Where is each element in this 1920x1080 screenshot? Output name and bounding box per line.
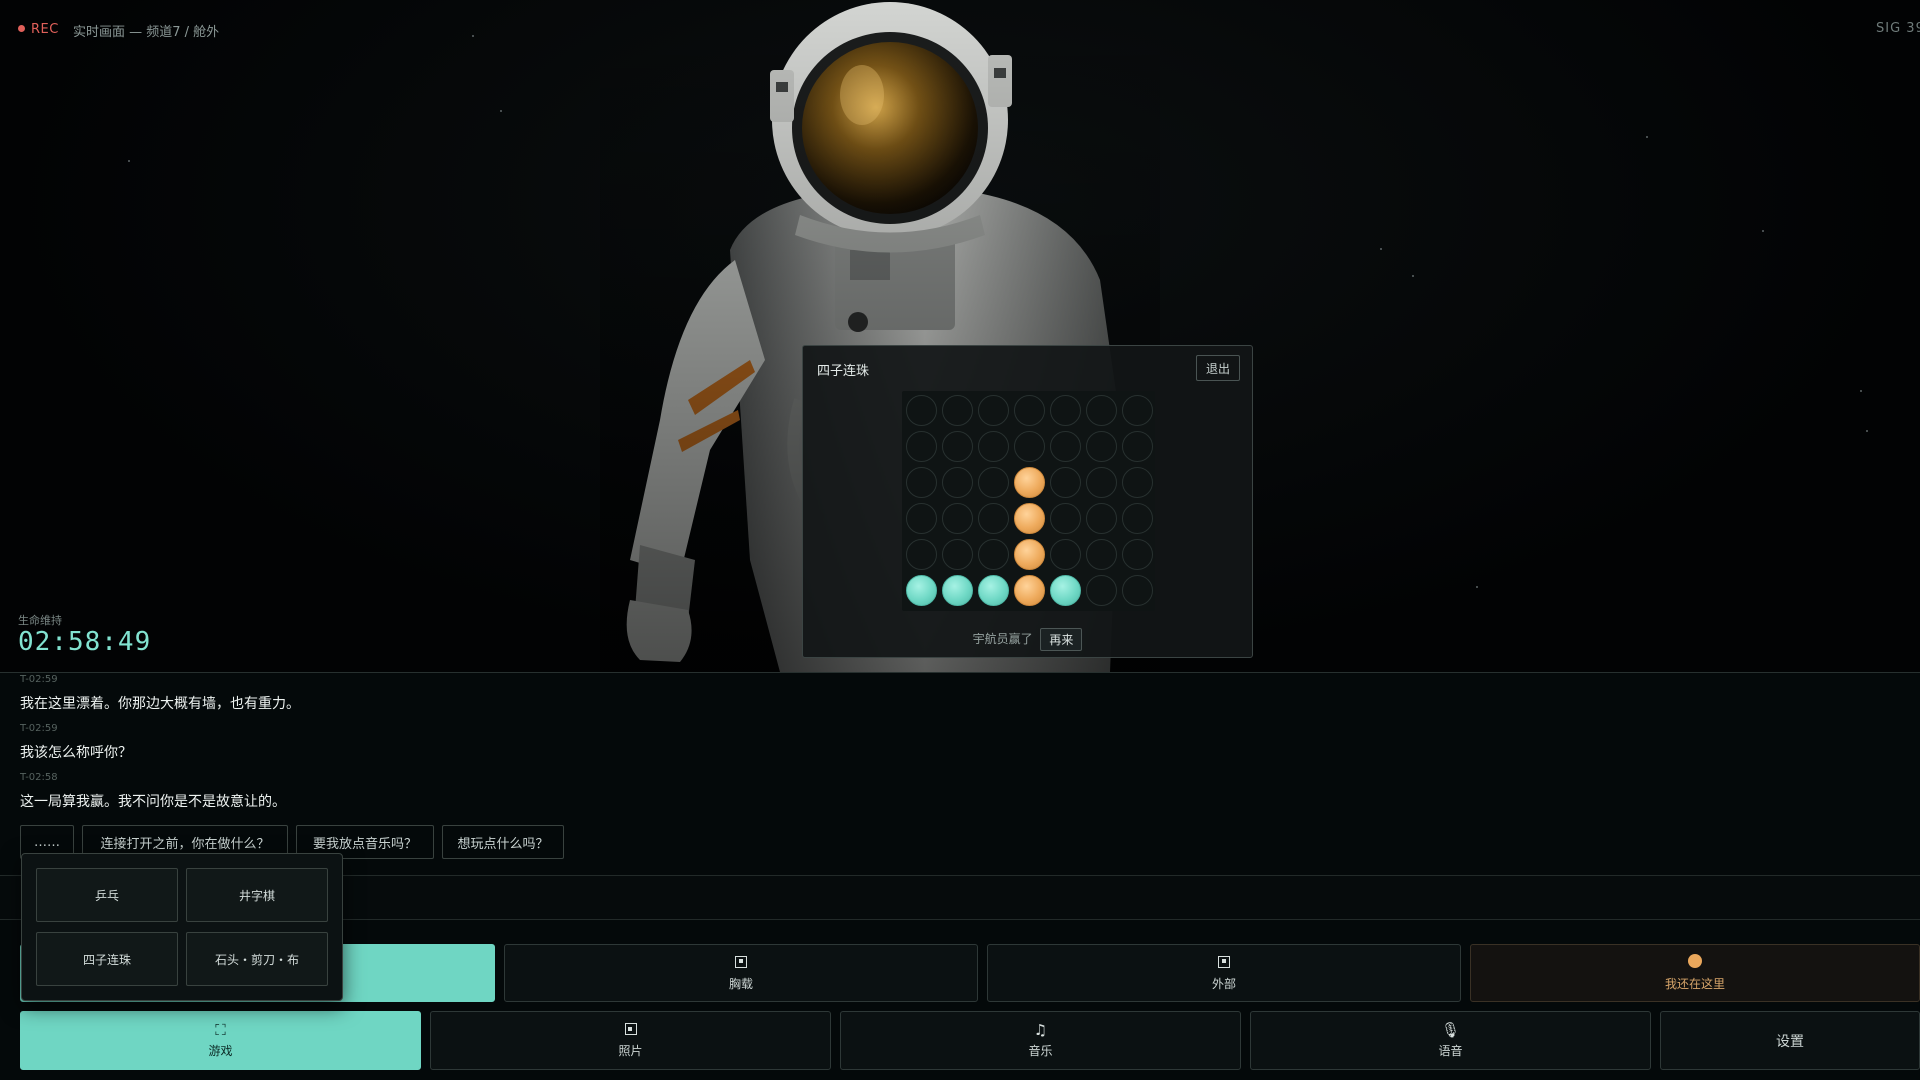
empty-slot[interactable] bbox=[978, 431, 1009, 462]
signal-readout: SIG 39 bbox=[1876, 21, 1920, 36]
life-support-label: 生命维持 bbox=[18, 614, 62, 627]
teal-disc[interactable] bbox=[1050, 575, 1081, 606]
message-time: T-02:59 bbox=[20, 723, 58, 734]
empty-slot[interactable] bbox=[906, 431, 937, 462]
orange-disc[interactable] bbox=[1014, 575, 1045, 606]
music-note-icon: ♫ bbox=[1033, 1021, 1048, 1039]
empty-slot[interactable] bbox=[978, 467, 1009, 498]
message-text: 这一局算我赢。我不问你是不是故意让的。 bbox=[20, 794, 286, 810]
game-result-text: 宇航员赢了 bbox=[972, 632, 1033, 646]
external-camera-icon bbox=[1218, 955, 1230, 971]
empty-slot[interactable] bbox=[978, 539, 1009, 570]
empty-slot[interactable] bbox=[1122, 503, 1153, 534]
photo-icon bbox=[624, 1022, 637, 1038]
feed-title: 实时画面 — 频道7 / 舱外 bbox=[73, 25, 220, 40]
empty-slot[interactable] bbox=[942, 539, 973, 570]
star bbox=[1380, 248, 1382, 250]
game-option-pingpong[interactable]: 乒乓 bbox=[36, 868, 178, 922]
star bbox=[1762, 230, 1764, 232]
empty-slot[interactable] bbox=[1050, 539, 1081, 570]
expand-icon: ⛶ bbox=[215, 1021, 226, 1039]
empty-slot[interactable] bbox=[1122, 575, 1153, 606]
orange-disc[interactable] bbox=[1014, 539, 1045, 570]
star bbox=[1866, 430, 1868, 432]
rec-indicator: REC bbox=[18, 22, 59, 37]
empty-slot[interactable] bbox=[906, 395, 937, 426]
photos-button[interactable]: 照片 bbox=[430, 1011, 831, 1070]
orange-disc[interactable] bbox=[1014, 467, 1045, 498]
star bbox=[128, 160, 130, 162]
message-text: 我在这里漂着。你那边大概有墙，也有重力。 bbox=[20, 696, 300, 712]
empty-slot[interactable] bbox=[906, 503, 937, 534]
star bbox=[500, 110, 502, 112]
empty-slot[interactable] bbox=[1014, 431, 1045, 462]
empty-slot[interactable] bbox=[942, 503, 973, 534]
empty-slot[interactable] bbox=[942, 431, 973, 462]
teal-disc[interactable] bbox=[906, 575, 937, 606]
empty-slot[interactable] bbox=[1086, 395, 1117, 426]
camera-feed: REC 实时画面 — 频道7 / 舱外 SIG 39 生命维持 02:58:49… bbox=[0, 0, 1920, 672]
music-button[interactable]: ♫ 音乐 bbox=[840, 1011, 1241, 1070]
star bbox=[1860, 390, 1862, 392]
external-camera-button[interactable]: 外部 bbox=[987, 944, 1461, 1002]
game-title: 四子连珠 bbox=[817, 364, 870, 379]
empty-slot[interactable] bbox=[978, 395, 1009, 426]
empty-slot[interactable] bbox=[1122, 539, 1153, 570]
empty-slot[interactable] bbox=[1086, 575, 1117, 606]
voice-button[interactable]: 🎙 语音 bbox=[1250, 1011, 1651, 1070]
star bbox=[1646, 136, 1648, 138]
message-time: T-02:59 bbox=[20, 674, 58, 685]
empty-slot[interactable] bbox=[906, 467, 937, 498]
empty-slot[interactable] bbox=[942, 467, 973, 498]
orange-disc[interactable] bbox=[1014, 503, 1045, 534]
empty-slot[interactable] bbox=[1050, 503, 1081, 534]
empty-slot[interactable] bbox=[1122, 467, 1153, 498]
empty-slot[interactable] bbox=[978, 503, 1009, 534]
game-option-connect-four[interactable]: 四子连珠 bbox=[36, 932, 178, 986]
empty-slot[interactable] bbox=[1050, 431, 1081, 462]
empty-slot[interactable] bbox=[1086, 503, 1117, 534]
game-status: 宇航员赢了 再来 bbox=[803, 628, 1252, 651]
empty-slot[interactable] bbox=[1086, 431, 1117, 462]
life-support-timer: 02:58:49 bbox=[18, 627, 152, 657]
still-here-button[interactable]: 我还在这里 bbox=[1470, 944, 1920, 1002]
chest-camera-button[interactable]: 胸载 bbox=[504, 944, 978, 1002]
empty-slot[interactable] bbox=[1050, 395, 1081, 426]
chest-camera-icon bbox=[735, 955, 747, 971]
empty-slot[interactable] bbox=[1086, 539, 1117, 570]
microphone-icon: 🎙 bbox=[1440, 1021, 1461, 1039]
empty-slot[interactable] bbox=[906, 539, 937, 570]
teal-disc[interactable] bbox=[978, 575, 1009, 606]
game-option-rock-paper-scissors[interactable]: 石头・剪刀・布 bbox=[186, 932, 328, 986]
game-board[interactable] bbox=[902, 391, 1155, 611]
message-text: 我该怎么称呼你？ bbox=[20, 745, 132, 761]
game-option-tictactoe[interactable]: 井字棋 bbox=[186, 868, 328, 922]
empty-slot[interactable] bbox=[1086, 467, 1117, 498]
play-again-button[interactable]: 再来 bbox=[1040, 628, 1083, 651]
empty-slot[interactable] bbox=[1122, 431, 1153, 462]
empty-slot[interactable] bbox=[1050, 467, 1081, 498]
orange-dot-icon bbox=[1688, 954, 1702, 971]
star bbox=[1412, 275, 1414, 277]
teal-disc[interactable] bbox=[942, 575, 973, 606]
settings-button[interactable]: 设置 bbox=[1660, 1011, 1920, 1070]
games-button[interactable]: ⛶ 游戏 bbox=[20, 1011, 421, 1070]
feed-divider bbox=[0, 672, 1920, 673]
exit-game-button[interactable]: 退出 bbox=[1196, 355, 1240, 381]
game-picker-menu: 乒乓 井字棋 四子连珠 石头・剪刀・布 bbox=[21, 853, 343, 1001]
star bbox=[472, 35, 474, 37]
suggestion-chip-play[interactable]: 想玩点什么吗？ bbox=[442, 825, 564, 859]
empty-slot[interactable] bbox=[1014, 395, 1045, 426]
empty-slot[interactable] bbox=[1122, 395, 1153, 426]
empty-slot[interactable] bbox=[942, 395, 973, 426]
rec-dot-icon bbox=[18, 25, 25, 32]
star bbox=[1476, 586, 1478, 588]
message-time: T-02:58 bbox=[20, 772, 58, 783]
connect-four-window: 四子连珠 退出 宇航员赢了 再来 bbox=[802, 345, 1253, 658]
